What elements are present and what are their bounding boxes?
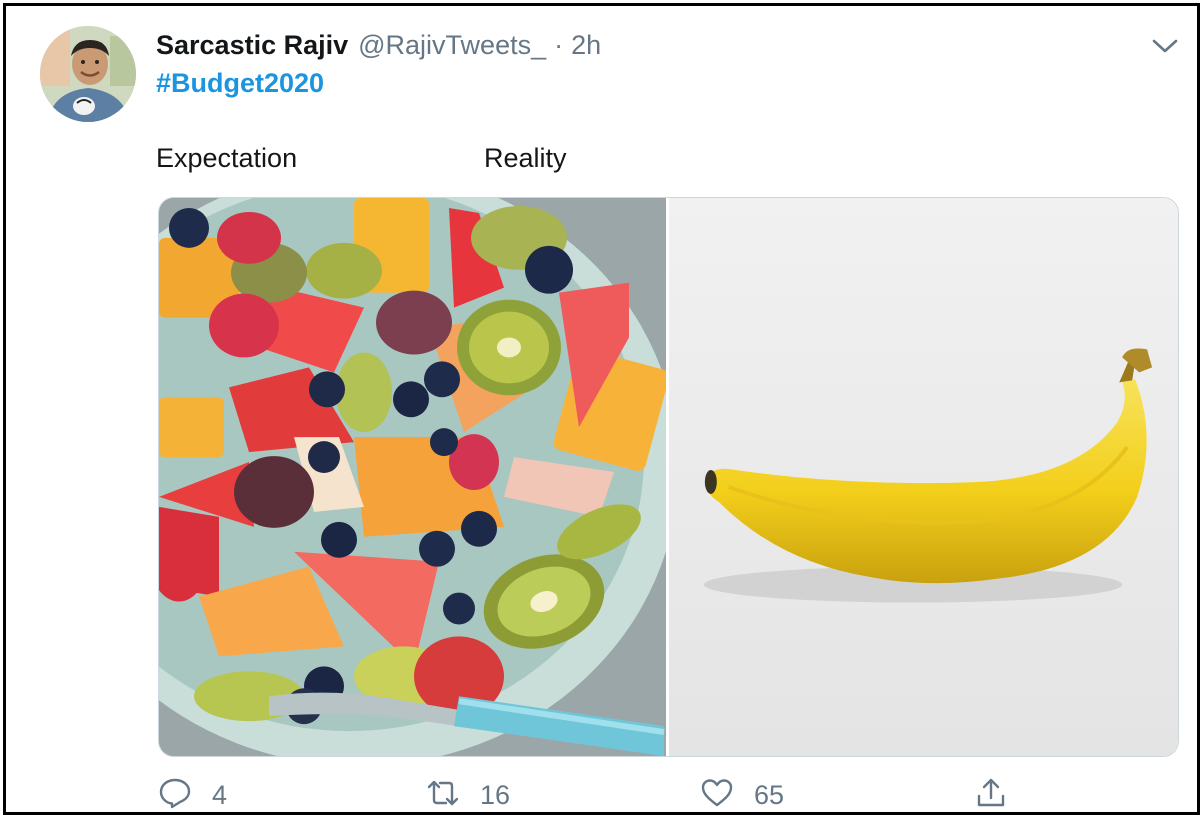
reply-count: 4 [212,780,228,810]
like-button[interactable]: 65 [700,776,784,815]
share-icon [974,776,1008,815]
tweet-header: Sarcastic Rajiv @RajivTweets_ · 2h [156,30,601,64]
retweet-icon [426,776,460,815]
caption-expectation: Expectation [156,143,298,173]
reply-icon [158,776,192,815]
retweet-count: 16 [480,780,511,810]
hashtag-link[interactable]: #Budget2020 [156,68,324,99]
separator-dot: · [554,30,564,60]
display-name[interactable]: Sarcastic Rajiv [156,30,348,61]
retweet-button[interactable]: 16 [426,776,510,815]
fruit-salad-image[interactable] [159,198,666,756]
like-count: 65 [754,780,785,810]
heart-icon [700,776,734,815]
avatar[interactable] [40,26,136,122]
tweet-actions: 4 16 65 [6,776,1197,820]
caption-reality: Reality [484,143,567,173]
tweet-timestamp[interactable]: 2h [571,30,601,61]
tweet-card: Sarcastic Rajiv @RajivTweets_ · 2h #Budg… [3,3,1200,815]
tweet-media[interactable] [158,197,1179,757]
chevron-down-icon[interactable] [1150,34,1180,58]
share-button[interactable] [974,776,1008,815]
user-handle[interactable]: @RajivTweets_ [358,30,546,61]
reply-button[interactable]: 4 [158,776,227,815]
banana-image[interactable] [666,198,1178,756]
